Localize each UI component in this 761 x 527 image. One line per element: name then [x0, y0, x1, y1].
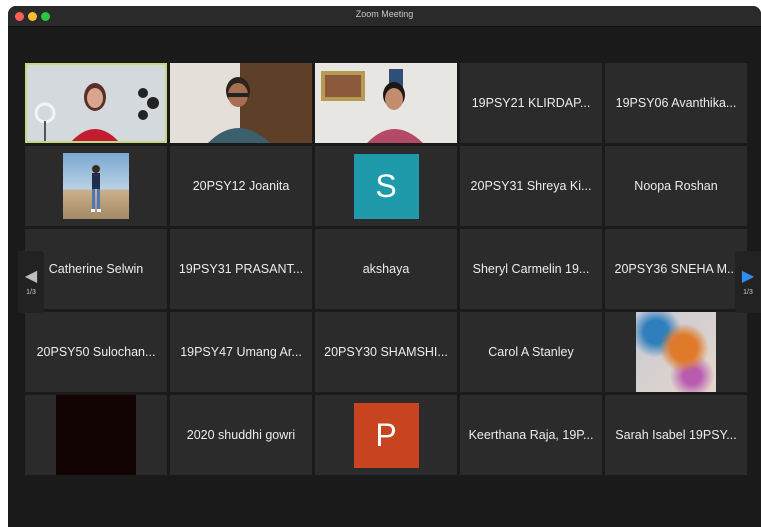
avatar: P [353, 402, 419, 468]
right-arrow-icon: ▶ [741, 267, 755, 285]
participant-tile[interactable]: akshaya [315, 229, 457, 309]
participant-tile[interactable]: 20PSY31 Shreya Ki... [460, 146, 602, 226]
participant-tile[interactable]: Keerthana Raja, 19P... [460, 395, 602, 475]
profile-picture [636, 312, 716, 392]
participant-name: Sheryl Carmelin 19... [472, 262, 590, 276]
participant-tile[interactable]: 20PSY36 SNEHA M... [605, 229, 747, 309]
participant-video [170, 63, 312, 143]
window-title: Zoom Meeting [355, 9, 414, 19]
left-arrow-icon: ◀ [24, 267, 38, 285]
participant-name: 20PSY36 SNEHA M... [614, 262, 738, 276]
participant-name: Catherine Selwin [48, 262, 144, 276]
participant-name: 19PSY47 Umang Ar... [180, 345, 302, 359]
previous-page-button[interactable]: ◀ 1/3 [18, 251, 44, 313]
participant-profile-picture-tile[interactable] [25, 395, 167, 475]
participant-tile[interactable]: Sarah Isabel 19PSY... [605, 395, 747, 475]
participant-name: Noopa Roshan [634, 179, 718, 193]
participant-name: 19PSY21 KLIRDAP... [471, 96, 591, 110]
page-indicator: 1/3 [743, 288, 753, 296]
participant-video-tile[interactable] [170, 63, 312, 143]
participant-name: 19PSY31 PRASANT... [178, 262, 304, 276]
participant-name: akshaya [362, 262, 410, 276]
participant-profile-picture-tile[interactable] [25, 146, 167, 226]
profile-picture [56, 395, 136, 475]
participant-video [25, 63, 167, 143]
participant-name: Sarah Isabel 19PSY... [615, 428, 737, 442]
avatar: S [353, 153, 419, 219]
participant-avatar-tile[interactable]: P [315, 395, 457, 475]
participant-name: 2020 shuddhi gowri [186, 428, 296, 442]
participant-name: 19PSY06 Avanthika... [615, 96, 737, 110]
participant-tile[interactable]: Noopa Roshan [605, 146, 747, 226]
title-bar: Zoom Meeting [8, 6, 761, 27]
participant-tile[interactable]: Catherine Selwin [25, 229, 167, 309]
profile-picture [63, 153, 129, 219]
participant-video-tile[interactable] [315, 63, 457, 143]
participant-tile[interactable]: Sheryl Carmelin 19... [460, 229, 602, 309]
participant-tile[interactable]: 19PSY47 Umang Ar... [170, 312, 312, 392]
participant-tile[interactable]: 20PSY30 SHAMSHI... [315, 312, 457, 392]
participant-profile-picture-tile[interactable] [605, 312, 747, 392]
next-page-button[interactable]: ▶ 1/3 [735, 251, 761, 313]
participant-tile[interactable]: 2020 shuddhi gowri [170, 395, 312, 475]
participant-video-tile[interactable] [25, 63, 167, 143]
zoom-window: Zoom Meeting 19PSY21 KLIRDAP... 19PSY06 … [8, 6, 761, 527]
participant-name: Carol A Stanley [488, 345, 574, 359]
participant-tile[interactable]: 19PSY21 KLIRDAP... [460, 63, 602, 143]
participant-name: 20PSY50 Sulochan... [36, 345, 156, 359]
participant-tile[interactable]: 19PSY31 PRASANT... [170, 229, 312, 309]
participant-name: 20PSY12 Joanita [192, 179, 290, 193]
gallery-grid: 19PSY21 KLIRDAP... 19PSY06 Avanthika... … [25, 63, 747, 475]
participant-tile[interactable]: Carol A Stanley [460, 312, 602, 392]
page-indicator: 1/3 [26, 288, 36, 296]
participant-video [315, 63, 457, 143]
participant-name: 20PSY30 SHAMSHI... [324, 345, 448, 359]
participant-tile[interactable]: 20PSY12 Joanita [170, 146, 312, 226]
participant-avatar-tile[interactable]: S [315, 146, 457, 226]
participant-tile[interactable]: 20PSY50 Sulochan... [25, 312, 167, 392]
participant-name: Keerthana Raja, 19P... [468, 428, 594, 442]
participant-tile[interactable]: 19PSY06 Avanthika... [605, 63, 747, 143]
participant-name: 20PSY31 Shreya Ki... [470, 179, 592, 193]
